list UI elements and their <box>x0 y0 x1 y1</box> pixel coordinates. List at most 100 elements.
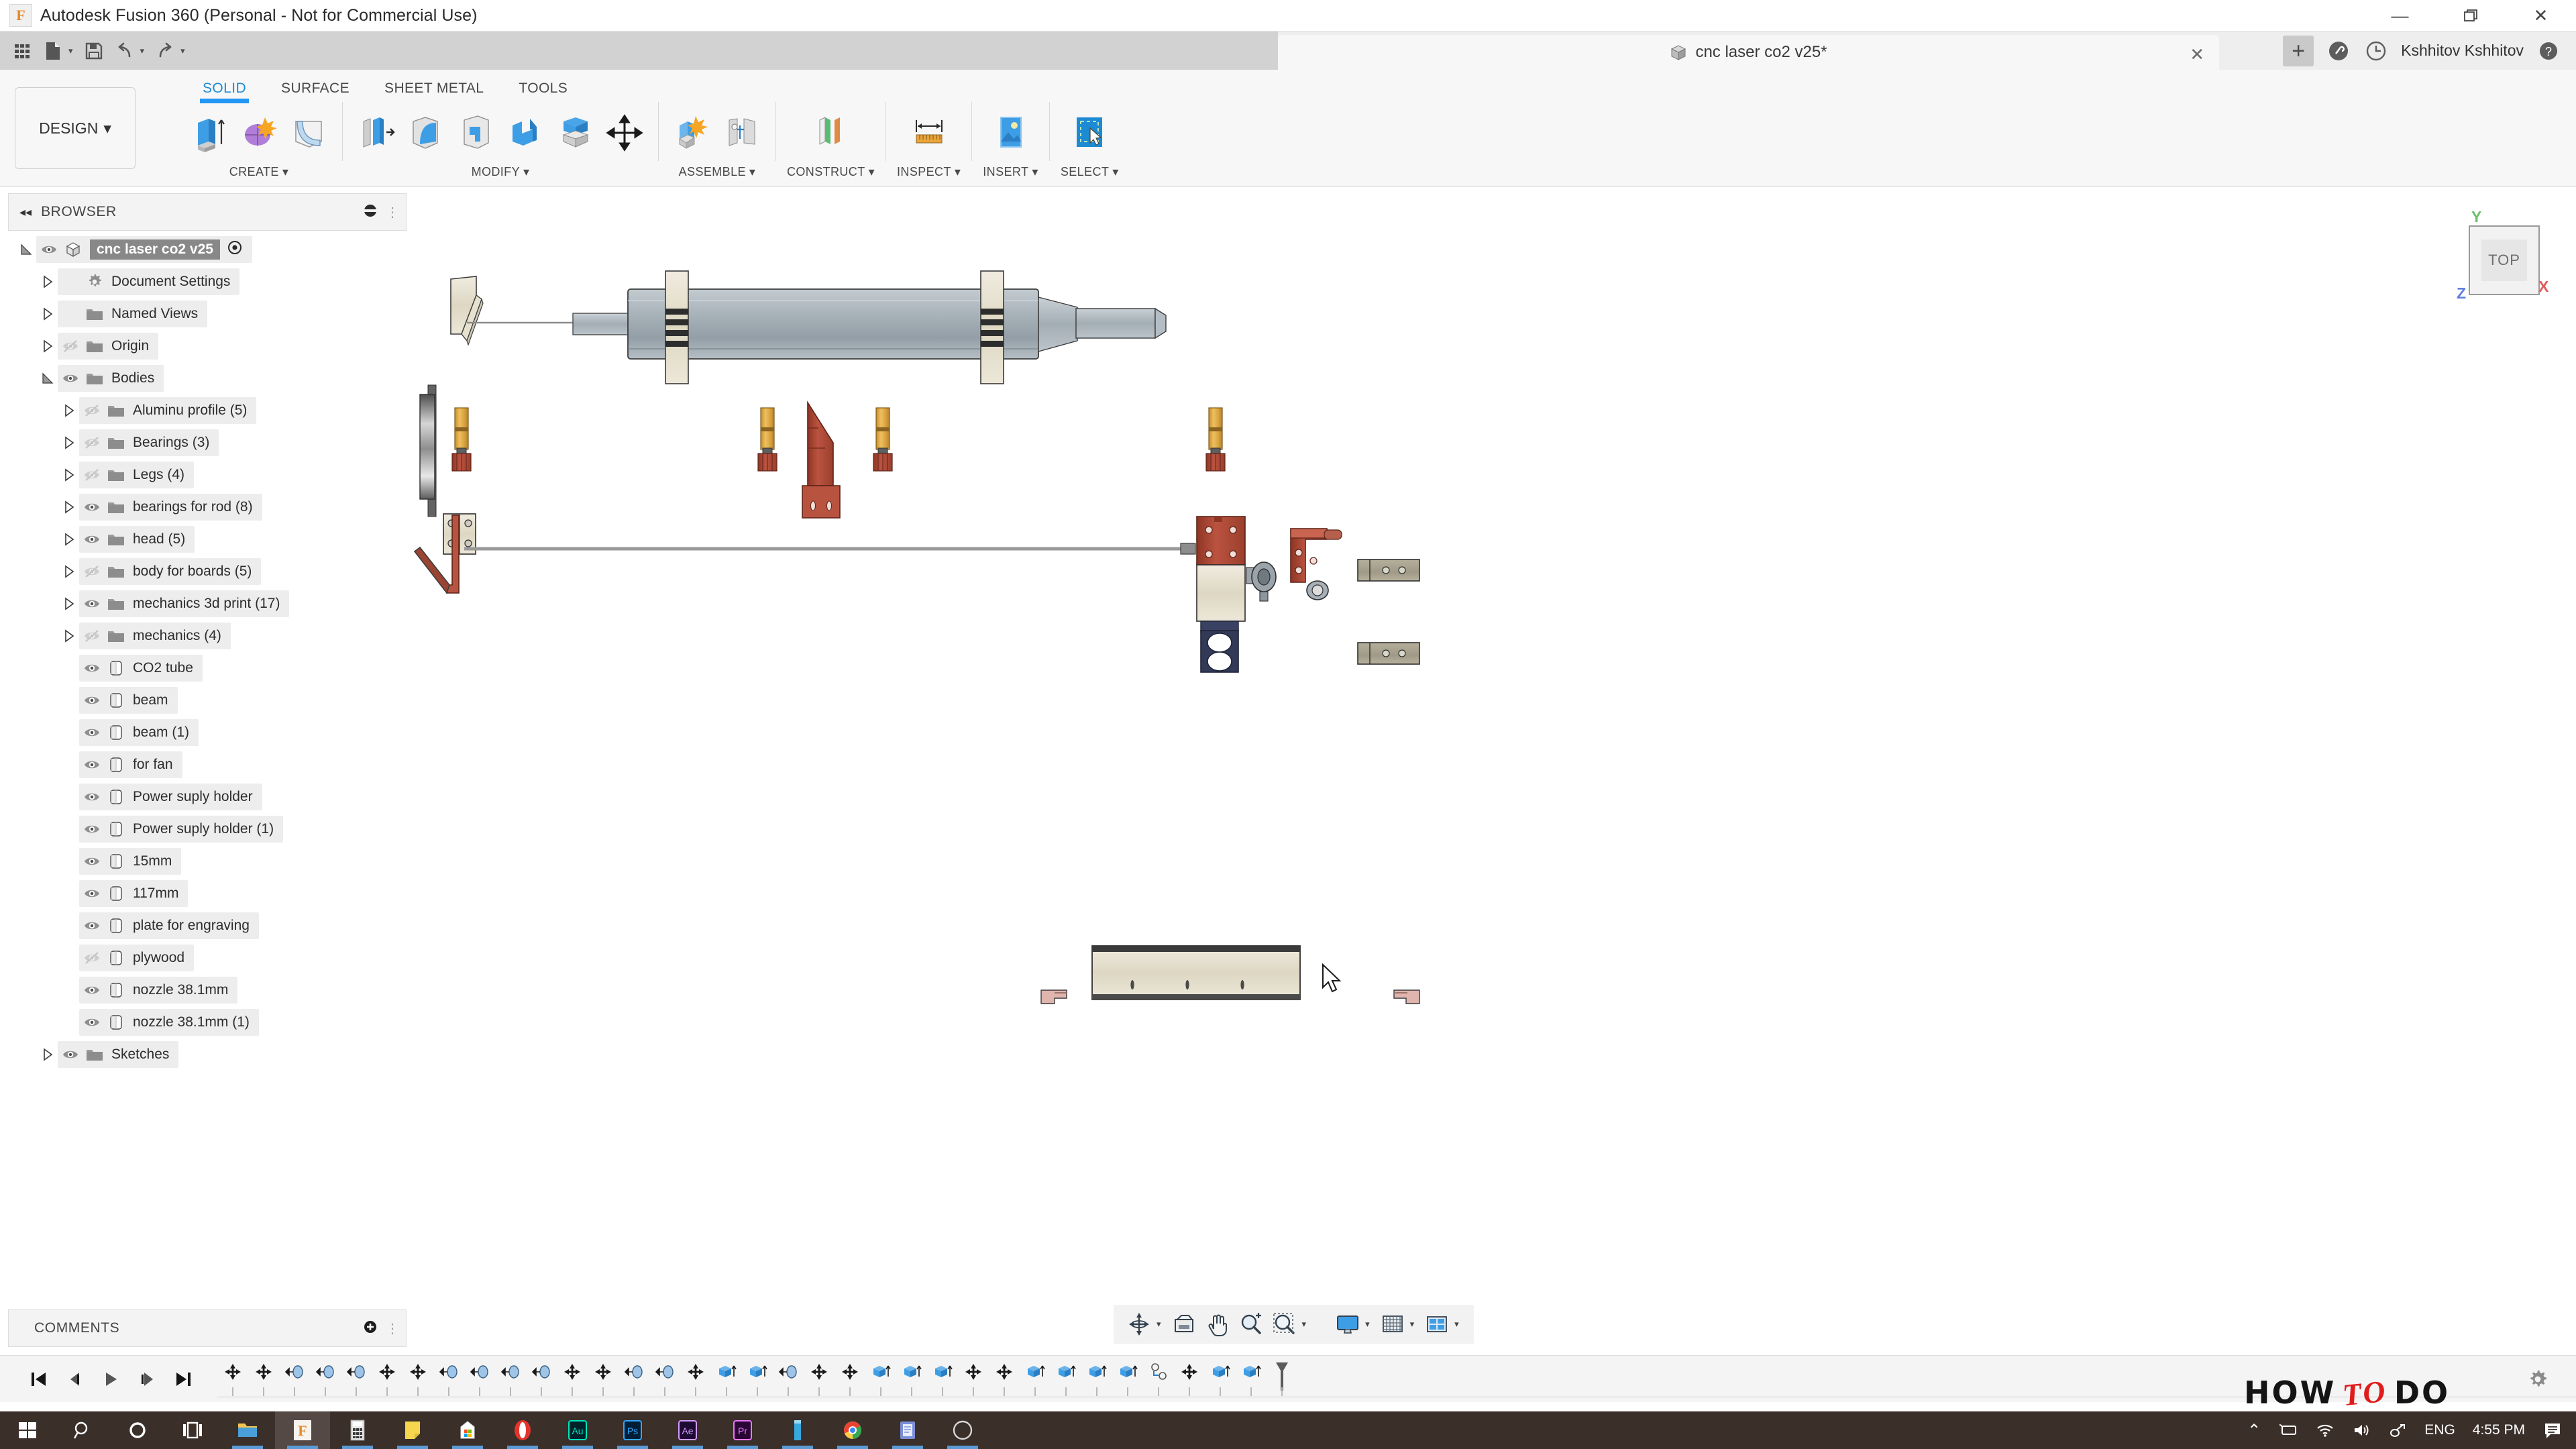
tree-item-row[interactable]: nozzle 38.1mm <box>79 977 237 1004</box>
press-pull-icon[interactable] <box>354 109 399 157</box>
panel-inspect-title[interactable]: INSPECT ▾ <box>897 165 961 179</box>
tree-expand-arrow-icon[interactable] <box>16 243 36 256</box>
tree-item-row[interactable]: Document Settings <box>58 268 239 295</box>
tree-collapse-arrow-icon[interactable] <box>38 339 58 353</box>
display-settings-caret-icon[interactable]: ▾ <box>1365 1319 1370 1330</box>
timeline-feature-13[interactable] <box>619 1356 649 1387</box>
tree-item-row[interactable]: plywood <box>79 945 194 971</box>
tree-item-117mm[interactable]: 117mm <box>8 877 407 910</box>
form-icon[interactable] <box>236 109 282 157</box>
panel-construct-title[interactable]: CONSTRUCT ▾ <box>787 165 875 179</box>
add-comment-icon[interactable] <box>363 1320 378 1338</box>
tree-item-sketches[interactable]: Sketches <box>8 1038 407 1071</box>
timeline-feature-16[interactable] <box>711 1356 742 1387</box>
wifi-icon[interactable] <box>2316 1422 2334 1438</box>
tree-collapse-arrow-icon[interactable] <box>59 597 79 610</box>
visibility-on-icon[interactable] <box>79 789 105 805</box>
cortana-icon[interactable] <box>110 1411 165 1449</box>
fusion360-icon[interactable]: F <box>275 1411 330 1449</box>
tree-item-row[interactable]: plate for engraving <box>79 912 259 939</box>
timeline-feature-20[interactable] <box>835 1356 865 1387</box>
tree-item-row[interactable]: beam (1) <box>79 719 199 746</box>
orbit-icon[interactable] <box>1123 1308 1155 1340</box>
windows-start-icon[interactable] <box>0 1411 55 1449</box>
panel-grip-icon[interactable]: ⋮ <box>386 1320 399 1337</box>
timeline-marker-icon[interactable] <box>1267 1356 1297 1387</box>
adobe-after-effects-icon[interactable]: Ae <box>660 1411 715 1449</box>
viewports-caret-icon[interactable]: ▾ <box>1454 1319 1459 1330</box>
timeline-settings-icon[interactable] <box>2526 1368 2549 1391</box>
tree-collapse-arrow-icon[interactable] <box>38 307 58 321</box>
tree-collapse-arrow-icon[interactable] <box>59 565 79 578</box>
document-tab[interactable]: cnc laser co2 v25* ✕ <box>1278 35 2219 70</box>
tree-item-row[interactable]: bearings for rod (8) <box>79 494 262 521</box>
display-settings-icon[interactable] <box>1332 1308 1364 1340</box>
combine-icon[interactable] <box>502 109 548 157</box>
restore-button[interactable] <box>2435 0 2506 32</box>
workspace-switcher[interactable]: DESIGN ▾ <box>15 87 136 169</box>
tree-item-plate-for-engraving[interactable]: plate for engraving <box>8 910 407 942</box>
help-icon[interactable]: ? <box>2536 38 2561 64</box>
visibility-on-icon[interactable] <box>79 853 105 869</box>
timeline-feature-15[interactable] <box>680 1356 711 1387</box>
visibility-on-icon[interactable] <box>79 660 105 676</box>
timeline-feature-30[interactable] <box>1143 1356 1174 1387</box>
undo-caret-icon[interactable]: ▾ <box>140 46 149 56</box>
insert-image-icon[interactable] <box>988 109 1034 157</box>
timeline-feature-5[interactable] <box>372 1356 402 1387</box>
timeline-feature-14[interactable] <box>649 1356 680 1387</box>
tree-collapse-arrow-icon[interactable] <box>59 436 79 449</box>
panel-assemble-title[interactable]: ASSEMBLE ▾ <box>679 165 756 179</box>
timeline-play-icon[interactable] <box>99 1368 122 1391</box>
select-window-icon[interactable] <box>1067 109 1112 157</box>
timeline-feature-32[interactable] <box>1205 1356 1236 1387</box>
visibility-off-icon[interactable] <box>79 628 105 644</box>
visibility-on-icon[interactable] <box>79 1014 105 1030</box>
tree-collapse-arrow-icon[interactable] <box>59 468 79 482</box>
timeline-feature-33[interactable] <box>1236 1356 1267 1387</box>
timeline-feature-1[interactable] <box>248 1356 279 1387</box>
extensions-icon[interactable] <box>2326 38 2351 64</box>
new-component-icon[interactable] <box>669 109 715 157</box>
timeline-feature-29[interactable] <box>1112 1356 1143 1387</box>
timeline-feature-21[interactable] <box>865 1356 896 1387</box>
clock[interactable]: 4:55 PM <box>2473 1422 2525 1438</box>
tree-item-row[interactable]: 15mm <box>79 848 181 875</box>
timeline-feature-12[interactable] <box>588 1356 619 1387</box>
extrude-icon[interactable] <box>186 109 232 157</box>
tree-item-plywood[interactable]: plywood <box>8 942 407 974</box>
fit-icon[interactable] <box>1269 1308 1301 1340</box>
close-button[interactable]: ✕ <box>2506 0 2576 32</box>
grid-snaps-icon[interactable] <box>1377 1308 1409 1340</box>
timeline-track[interactable] <box>217 1356 2576 1403</box>
visibility-on-icon[interactable] <box>79 499 105 515</box>
tree-item-for-fan[interactable]: for fan <box>8 749 407 781</box>
tree-item-cnc-laser-co2-v25[interactable]: cnc laser co2 v25 <box>8 233 407 266</box>
timeline-feature-22[interactable] <box>896 1356 927 1387</box>
tree-item-15mm[interactable]: 15mm <box>8 845 407 877</box>
timeline-feature-4[interactable] <box>341 1356 372 1387</box>
orbit-caret-icon[interactable]: ▾ <box>1157 1319 1161 1330</box>
new-file-icon[interactable] <box>39 36 67 66</box>
visibility-on-icon[interactable] <box>36 241 62 258</box>
tree-item-row[interactable]: Bodies <box>58 365 164 392</box>
timeline-feature-28[interactable] <box>1081 1356 1112 1387</box>
panel-select-title[interactable]: SELECT ▾ <box>1061 165 1119 179</box>
bandicam-icon[interactable] <box>770 1411 825 1449</box>
timeline-feature-17[interactable] <box>742 1356 773 1387</box>
tree-item-bodies[interactable]: Bodies <box>8 362 407 394</box>
volume-icon[interactable] <box>2352 1422 2371 1438</box>
timeline-feature-7[interactable] <box>433 1356 464 1387</box>
canvas-viewport[interactable]: TOP Y Z X <box>407 193 2576 1320</box>
visibility-on-icon[interactable] <box>79 692 105 708</box>
tree-item-row[interactable]: CO2 tube <box>79 655 203 682</box>
tree-item-nozzle-38-1mm[interactable]: nozzle 38.1mm <box>8 974 407 1006</box>
visibility-on-icon[interactable] <box>79 724 105 741</box>
timeline-beginning-icon[interactable] <box>27 1368 50 1391</box>
tree-item-row[interactable]: 117mm <box>79 880 188 907</box>
visibility-on-icon[interactable] <box>79 821 105 837</box>
microsoft-store-icon[interactable] <box>440 1411 495 1449</box>
panel-options-icon[interactable] <box>363 203 378 221</box>
sweep-icon[interactable] <box>286 109 331 157</box>
tree-collapse-arrow-icon[interactable] <box>59 629 79 643</box>
